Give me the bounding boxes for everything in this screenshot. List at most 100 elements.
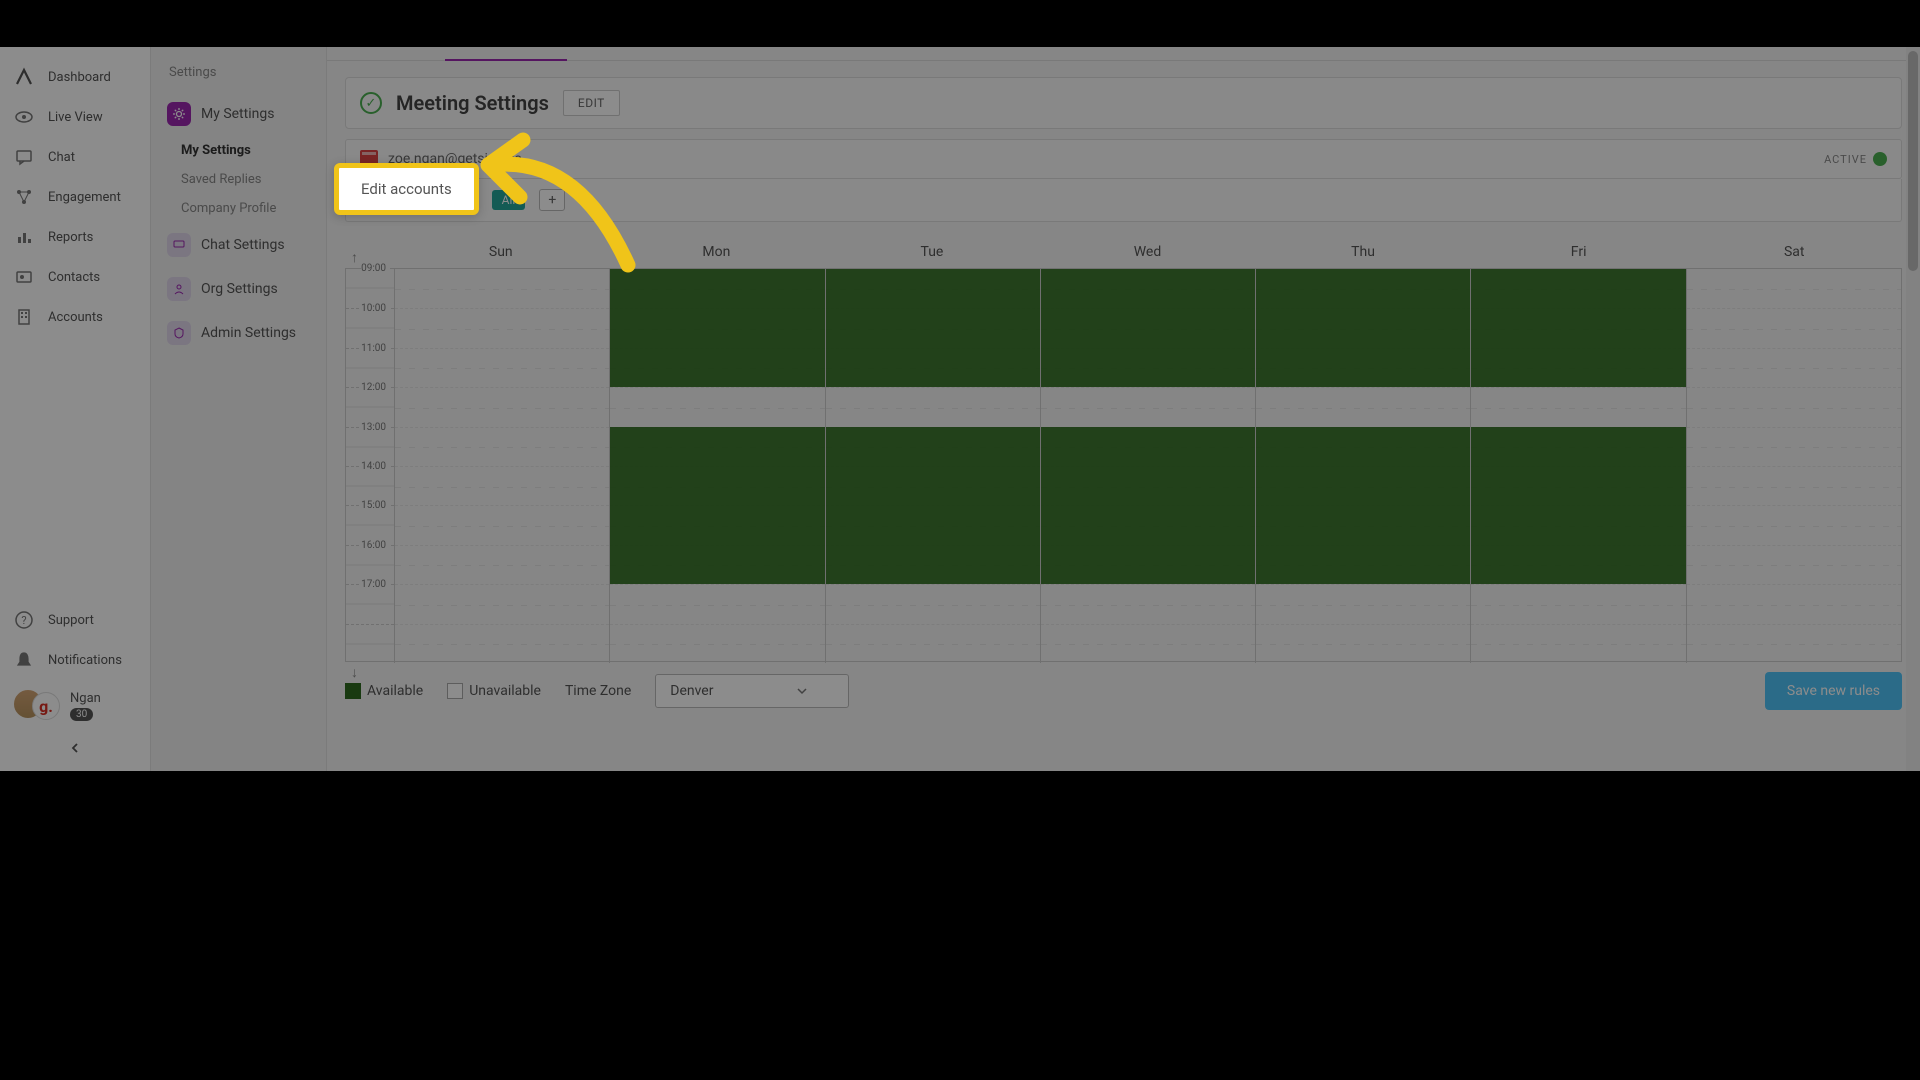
nav-accounts[interactable]: Accounts <box>0 297 150 337</box>
unavailable-swatch-icon <box>447 683 463 699</box>
nav-chat[interactable]: Chat <box>0 137 150 177</box>
hour-label: 09:00 <box>361 263 390 274</box>
scrollbar-track[interactable] <box>1906 47 1920 771</box>
active-tab-marker <box>445 59 567 61</box>
availability-block[interactable] <box>1256 427 1470 585</box>
edit-button[interactable]: EDIT <box>563 90 620 116</box>
day-column[interactable] <box>1686 269 1901 663</box>
day-column[interactable] <box>1470 269 1685 663</box>
user-name: Ngan <box>70 691 101 706</box>
availability-block[interactable] <box>1041 269 1255 387</box>
day-column[interactable] <box>1255 269 1470 663</box>
nav-contacts[interactable]: Contacts <box>0 257 150 297</box>
hour-label: 15:00 <box>361 500 390 511</box>
legend-row: Available Unavailable Time Zone Denver S… <box>345 672 1902 710</box>
building-icon <box>14 307 34 327</box>
user-profile[interactable]: g. Ngan 30 <box>0 680 150 732</box>
availability-block[interactable] <box>610 269 824 387</box>
scrollbar-thumb[interactable] <box>1908 51 1918 271</box>
day-header: Wed <box>1040 236 1256 268</box>
day-header: Fri <box>1471 236 1687 268</box>
subnav-my-settings-child[interactable]: My Settings <box>151 136 326 165</box>
legend-unavailable: Unavailable <box>447 683 541 699</box>
nav-engagement[interactable]: Engagement <box>0 177 150 217</box>
calendar-chip-all[interactable]: All <box>492 190 526 210</box>
nav-dashboard[interactable]: Dashboard <box>0 57 150 97</box>
subnav-admin-settings[interactable]: Admin Settings <box>151 311 326 355</box>
hour-label: 11:00 <box>361 343 390 354</box>
nav-notifications[interactable]: Notifications <box>0 640 150 680</box>
hour-label: 13:00 <box>361 422 390 433</box>
save-new-rules-button[interactable]: Save new rules <box>1765 672 1902 710</box>
nav-liveview[interactable]: Live View <box>0 97 150 137</box>
chevron-down-icon <box>796 685 808 697</box>
day-column[interactable] <box>825 269 1040 663</box>
nav-label: Reports <box>48 230 93 245</box>
nav-reports[interactable]: Reports <box>0 217 150 257</box>
admin-icon <box>167 321 191 345</box>
subnav-label: My Settings <box>201 106 274 122</box>
subnav-org-settings[interactable]: Org Settings <box>151 267 326 311</box>
timezone-select[interactable]: Denver <box>655 674 849 708</box>
availability-block[interactable] <box>1041 427 1255 585</box>
status-dot-icon <box>1873 152 1887 166</box>
timezone-label: Time Zone <box>565 683 631 699</box>
collapse-nav-button[interactable] <box>0 732 150 763</box>
nav-label: Live View <box>48 110 103 125</box>
availability-block[interactable] <box>1471 269 1685 387</box>
scroll-up-button[interactable]: ↑ <box>349 246 360 269</box>
nav-label: Engagement <box>48 190 121 205</box>
subnav-company-profile[interactable]: Company Profile <box>151 194 326 223</box>
day-header: Sun <box>393 236 609 268</box>
chat-icon <box>14 147 34 167</box>
account-row: zoe.ngan@getsignals. ACTIVE <box>345 139 1902 179</box>
subnav-label: Chat Settings <box>201 237 285 253</box>
check-circle-icon: ✓ <box>360 92 382 114</box>
subnav-label: Admin Settings <box>201 325 296 341</box>
add-calendar-button[interactable]: + <box>539 189 565 211</box>
availability-block[interactable] <box>1256 269 1470 387</box>
included-calendars-row: Included calendars All + <box>345 179 1902 222</box>
subnav-label: Org Settings <box>201 281 278 297</box>
avatar-brand-icon: g. <box>32 692 60 720</box>
availability-block[interactable] <box>826 427 1040 585</box>
help-icon: ? <box>14 610 34 630</box>
org-icon <box>167 277 191 301</box>
logo-icon <box>14 67 34 87</box>
hour-label: 17:00 <box>361 579 390 590</box>
day-header: Tue <box>824 236 1040 268</box>
day-header: Sat <box>1686 236 1902 268</box>
svg-text:?: ? <box>21 614 26 627</box>
day-header: Mon <box>609 236 825 268</box>
nav-label: Notifications <box>48 653 122 668</box>
availability-block[interactable] <box>1471 427 1685 585</box>
legend-available: Available <box>345 683 423 699</box>
day-column[interactable] <box>394 269 609 663</box>
bell-icon <box>14 650 34 670</box>
id-card-icon <box>14 267 34 287</box>
gear-icon <box>167 102 191 126</box>
nav-label: Accounts <box>48 310 103 325</box>
subnav-saved-replies[interactable]: Saved Replies <box>151 165 326 194</box>
chat-settings-icon <box>167 233 191 257</box>
day-column[interactable] <box>1040 269 1255 663</box>
day-column[interactable] <box>609 269 824 663</box>
scroll-down-button[interactable]: ↓ <box>349 661 360 684</box>
main-content: ✓ Meeting Settings EDIT zoe.ngan@getsign… <box>327 47 1920 771</box>
nav-support[interactable]: ? Support <box>0 600 150 640</box>
edit-accounts-callout[interactable]: Edit accounts <box>334 163 479 215</box>
meeting-settings-header: ✓ Meeting Settings EDIT <box>345 77 1902 129</box>
hour-label: 10:00 <box>361 303 390 314</box>
availability-block[interactable] <box>826 269 1040 387</box>
nav-label: Dashboard <box>48 70 111 85</box>
nav-label: Chat <box>48 150 75 165</box>
page-title: Meeting Settings <box>396 91 549 115</box>
account-status: ACTIVE <box>1824 152 1887 166</box>
nav-label: Support <box>48 613 94 628</box>
hour-label: 16:00 <box>361 540 390 551</box>
left-nav: Dashboard Live View Chat Engagement Repo… <box>0 47 151 771</box>
hour-label: 12:00 <box>361 382 390 393</box>
subnav-my-settings[interactable]: My Settings <box>151 92 326 136</box>
availability-block[interactable] <box>610 427 824 585</box>
subnav-chat-settings[interactable]: Chat Settings <box>151 223 326 267</box>
